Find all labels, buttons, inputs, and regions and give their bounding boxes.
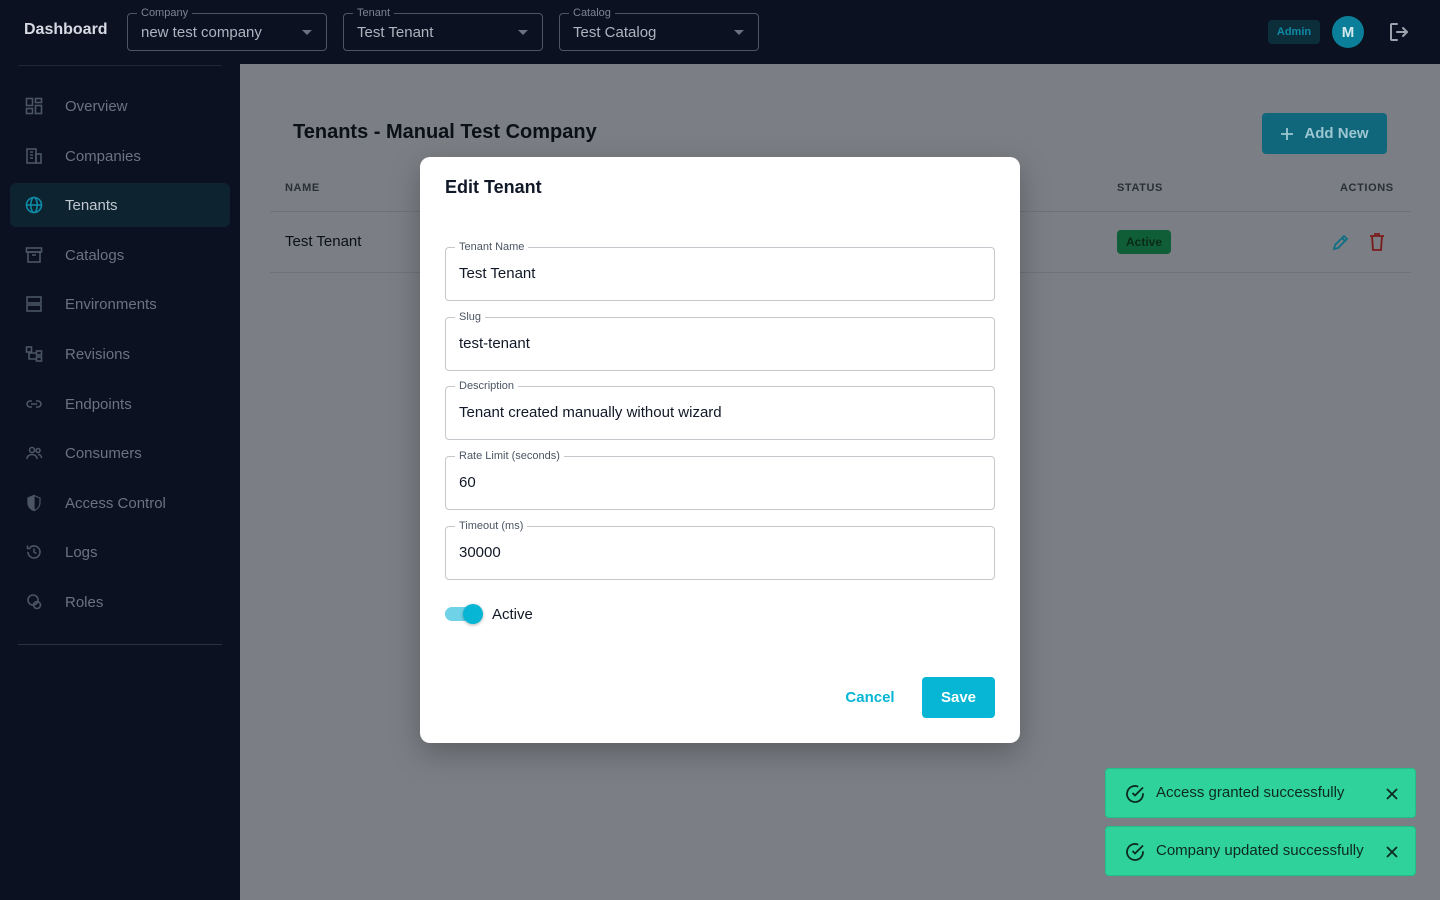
active-toggle[interactable] xyxy=(445,604,483,624)
building-icon xyxy=(25,147,43,165)
add-new-button[interactable]: Add New xyxy=(1262,113,1387,154)
tenant-select[interactable]: Tenant Test Tenant xyxy=(343,6,543,51)
roles-icon xyxy=(25,593,43,611)
description-field[interactable]: Description Tenant created manually with… xyxy=(445,379,995,440)
tenant-select-label: Tenant xyxy=(353,6,395,20)
caret-down-icon xyxy=(518,30,528,35)
dashboard-icon xyxy=(25,97,43,115)
field-value[interactable]: 60 xyxy=(459,474,476,491)
link-icon xyxy=(25,395,43,413)
toggle-knob xyxy=(463,604,483,624)
caret-down-icon xyxy=(302,30,312,35)
sidebar-item-label: Tenants xyxy=(65,197,118,214)
sidebar-item-companies[interactable]: Companies xyxy=(10,134,230,178)
check-circle-icon xyxy=(1124,841,1146,863)
sidebar-item-label: Environments xyxy=(65,296,157,313)
sidebar: Overview Companies Tenants Catalogs Envi… xyxy=(0,64,240,900)
delete-icon[interactable] xyxy=(1368,232,1386,252)
sidebar-divider xyxy=(18,644,222,645)
sidebar-item-label: Logs xyxy=(65,544,98,561)
edit-tenant-modal: Edit Tenant Tenant Name Test Tenant Slug… xyxy=(420,157,1020,743)
sidebar-item-roles[interactable]: Roles xyxy=(10,580,230,624)
company-select-value: new test company xyxy=(141,24,262,41)
close-icon[interactable] xyxy=(1385,787,1399,801)
edit-icon[interactable] xyxy=(1330,231,1352,253)
field-value[interactable]: Tenant created manually without wizard xyxy=(459,404,722,421)
sidebar-item-access-control[interactable]: Access Control xyxy=(10,481,230,525)
sidebar-item-logs[interactable]: Logs xyxy=(10,530,230,574)
add-new-label: Add New xyxy=(1304,125,1369,142)
field-value[interactable]: test-tenant xyxy=(459,335,530,352)
slug-field[interactable]: Slug test-tenant xyxy=(445,310,995,371)
sidebar-item-revisions[interactable]: Revisions xyxy=(10,332,230,376)
catalog-select[interactable]: Catalog Test Catalog xyxy=(559,6,759,51)
active-toggle-label: Active xyxy=(492,606,533,623)
save-button[interactable]: Save xyxy=(922,677,995,718)
field-label: Tenant Name xyxy=(455,240,529,254)
rate-limit-field[interactable]: Rate Limit (seconds) 60 xyxy=(445,449,995,510)
logout-icon[interactable] xyxy=(1387,20,1411,44)
tenant-select-value: Test Tenant xyxy=(357,24,434,41)
top-bar: Dashboard Company new test company Tenan… xyxy=(0,0,1440,64)
table-row-name: Test Tenant xyxy=(285,233,362,250)
avatar[interactable]: M xyxy=(1332,16,1364,48)
sidebar-item-label: Catalogs xyxy=(65,247,125,264)
company-select-label: Company xyxy=(137,6,193,20)
globe-icon xyxy=(25,196,43,214)
field-label: Slug xyxy=(455,310,486,324)
sidebar-item-environments[interactable]: Environments xyxy=(10,282,230,326)
sidebar-item-label: Overview xyxy=(65,98,128,115)
sidebar-item-catalogs[interactable]: Catalogs xyxy=(10,233,230,277)
sidebar-item-tenants[interactable]: Tenants xyxy=(10,183,230,227)
sidebar-item-label: Access Control xyxy=(65,495,166,512)
catalog-select-label: Catalog xyxy=(569,6,615,20)
status-badge: Active xyxy=(1117,230,1171,254)
sidebar-divider xyxy=(18,65,222,66)
admin-badge: Admin xyxy=(1268,20,1320,44)
sidebar-item-label: Consumers xyxy=(65,445,142,462)
sidebar-item-consumers[interactable]: Consumers xyxy=(10,431,230,475)
check-circle-icon xyxy=(1124,783,1146,805)
timeout-field[interactable]: Timeout (ms) 30000 xyxy=(445,519,995,580)
close-icon[interactable] xyxy=(1385,845,1399,859)
tree-icon xyxy=(25,345,43,363)
field-value[interactable]: 30000 xyxy=(459,544,501,561)
server-icon xyxy=(25,295,43,313)
field-label: Timeout (ms) xyxy=(455,519,528,533)
catalog-select-value: Test Catalog xyxy=(573,24,657,41)
sidebar-item-endpoints[interactable]: Endpoints xyxy=(10,382,230,426)
users-icon xyxy=(25,444,43,462)
page-title: Tenants - Manual Test Company xyxy=(293,121,597,143)
column-header-actions: ACTIONS xyxy=(1340,182,1394,194)
toast-message: Access granted successfully xyxy=(1156,784,1345,801)
toast-notification: Access granted successfully xyxy=(1105,768,1416,818)
toast-message: Company updated successfully xyxy=(1156,842,1364,859)
column-header-status[interactable]: STATUS xyxy=(1117,182,1163,194)
sidebar-item-label: Companies xyxy=(65,148,141,165)
sidebar-item-label: Endpoints xyxy=(65,396,132,413)
field-label: Rate Limit (seconds) xyxy=(455,449,564,463)
field-label: Description xyxy=(455,379,519,393)
plus-icon xyxy=(1281,127,1294,140)
field-value[interactable]: Test Tenant xyxy=(459,265,535,282)
sidebar-item-overview[interactable]: Overview xyxy=(10,84,230,128)
toast-notification: Company updated successfully xyxy=(1105,826,1416,876)
sidebar-item-label: Revisions xyxy=(65,346,131,363)
caret-down-icon xyxy=(734,30,744,35)
tenant-name-field[interactable]: Tenant Name Test Tenant xyxy=(445,240,995,301)
sidebar-item-label: Roles xyxy=(65,594,104,611)
company-select[interactable]: Company new test company xyxy=(127,6,327,51)
brand-title[interactable]: Dashboard xyxy=(24,21,108,39)
archive-icon xyxy=(25,246,43,264)
modal-title: Edit Tenant xyxy=(445,177,542,197)
column-header-name[interactable]: NAME xyxy=(285,182,320,194)
cancel-button[interactable]: Cancel xyxy=(835,677,905,717)
shield-icon xyxy=(25,494,43,512)
history-icon xyxy=(25,543,43,561)
